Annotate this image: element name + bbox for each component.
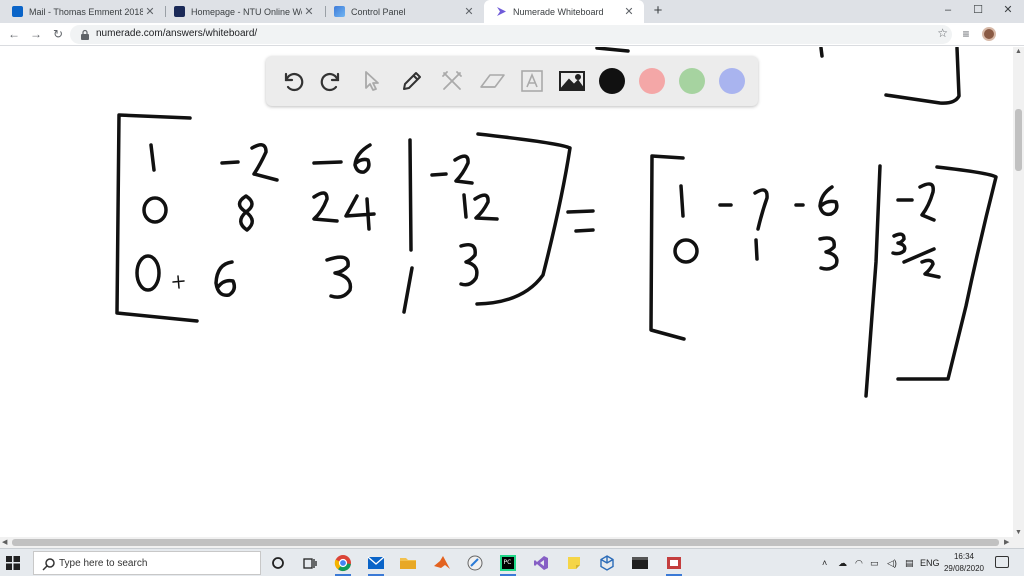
network-icon[interactable]: ▤ [905, 554, 914, 572]
right-matrix [649, 154, 998, 398]
reload-icon[interactable]: ↻ [50, 26, 66, 42]
back-icon[interactable]: ← [6, 26, 22, 42]
tab-title: Mail - Thomas Emment 2018 (N… [29, 6, 143, 17]
taskbar-search[interactable]: Type here to search [33, 551, 261, 575]
clock-time: 16:34 [953, 552, 975, 561]
lock-icon [81, 29, 89, 40]
file-explorer-icon[interactable] [398, 553, 418, 573]
visio-icon[interactable] [664, 553, 684, 576]
whiteboard-app-icon[interactable] [465, 553, 485, 573]
augment-line [402, 138, 414, 314]
tab-title: Control Panel [351, 6, 406, 17]
left-bracket [115, 113, 199, 323]
whiteboard-canvas[interactable] [0, 47, 1013, 537]
address-bar[interactable]: numerade.com/answers/whiteboard/ ☆ [70, 25, 952, 44]
mail-icon[interactable] [366, 553, 386, 576]
volume-icon[interactable]: ◁) [887, 554, 897, 572]
task-view-icon[interactable] [300, 553, 320, 573]
left-matrix [115, 113, 572, 323]
horizontal-scrollbar[interactable]: ◀ ▶ [0, 537, 1024, 548]
eraser-icon[interactable] [476, 65, 508, 97]
tab-homepage[interactable]: Homepage - NTU Online Worksp… ✕ [162, 0, 324, 23]
close-icon[interactable]: ✕ [622, 5, 636, 18]
clock[interactable]: 16:34 29/08/2020 [942, 551, 986, 575]
taskbar: Type here to search PC ˄ ☁ ◠ ▭ ◁) ▤ ENG … [0, 548, 1024, 576]
scrollbar-thumb[interactable] [1015, 109, 1022, 171]
sticky-notes-icon[interactable] [564, 553, 584, 573]
visual-studio-icon[interactable] [531, 553, 551, 573]
select-icon[interactable] [356, 65, 388, 97]
augment-line [864, 164, 882, 398]
row-1 [149, 143, 474, 185]
tab-numerade-whiteboard[interactable]: Numerade Whiteboard ✕ [484, 0, 644, 23]
close-window-button[interactable]: ✕ [992, 0, 1024, 23]
color-swatch-black[interactable] [599, 68, 625, 94]
close-icon[interactable]: ✕ [462, 5, 476, 18]
forward-icon[interactable]: → [28, 26, 44, 42]
tab-mail[interactable]: Mail - Thomas Emment 2018 (N… ✕ [0, 0, 165, 23]
minimize-button[interactable]: – [932, 0, 964, 23]
pycharm-icon[interactable]: PC [498, 553, 518, 576]
left-bracket [649, 154, 686, 341]
bookmark-star-icon[interactable]: ☆ [937, 26, 948, 40]
wifi-icon[interactable]: ◠ [855, 554, 863, 572]
url-text: numerade.com/answers/whiteboard/ [96, 28, 258, 39]
3d-viewer-icon[interactable] [597, 553, 617, 573]
show-hidden-icons-icon[interactable]: ˄ [822, 554, 827, 572]
scroll-up-icon[interactable]: ▲ [1013, 48, 1024, 55]
handwriting-layer [115, 47, 998, 398]
reading-list-icon[interactable]: ≡ [958, 26, 974, 42]
color-swatch-green[interactable] [679, 68, 705, 94]
undo-icon[interactable] [276, 65, 308, 97]
row-3 [135, 242, 479, 299]
notifications-icon[interactable] [995, 556, 1009, 568]
image-icon[interactable] [556, 65, 588, 97]
new-tab-button[interactable]: + [650, 3, 666, 19]
text-icon[interactable] [516, 65, 548, 97]
row-2 [673, 232, 941, 279]
windows-start-icon[interactable] [6, 556, 20, 570]
clock-date: 29/08/2020 [943, 564, 985, 573]
row-1 [679, 182, 936, 231]
vertical-scrollbar[interactable]: ▲ ▼ [1013, 47, 1024, 537]
svg-text:PC: PC [504, 559, 512, 566]
cortana-icon[interactable] [268, 553, 288, 573]
color-swatch-blue[interactable] [719, 68, 745, 94]
terminal-icon[interactable] [630, 553, 650, 573]
onedrive-icon[interactable]: ☁ [838, 554, 847, 572]
tab-strip: Mail - Thomas Emment 2018 (N… ✕ Homepage… [0, 0, 1024, 23]
search-placeholder: Type here to search [59, 558, 148, 569]
equals-sign [566, 209, 595, 233]
tools-icon[interactable] [436, 65, 468, 97]
scroll-left-icon[interactable]: ◀ [2, 537, 7, 548]
profile-avatar[interactable] [982, 27, 996, 41]
scrollbar-thumb[interactable] [12, 539, 999, 546]
numerade-icon [496, 6, 507, 17]
control-panel-icon [334, 6, 345, 17]
tab-control-panel[interactable]: Control Panel ✕ [322, 0, 484, 23]
close-icon[interactable]: ✕ [302, 5, 316, 18]
drawing-toolbar [266, 56, 758, 106]
battery-icon[interactable]: ▭ [870, 554, 879, 572]
browser-toolbar: ← → ↻ numerade.com/answers/whiteboard/ ☆… [0, 23, 1024, 46]
matlab-icon[interactable] [432, 553, 452, 573]
scroll-right-icon[interactable]: ▶ [1004, 537, 1009, 548]
close-icon[interactable]: ✕ [143, 5, 157, 18]
pen-icon[interactable] [396, 65, 428, 97]
tab-title: Homepage - NTU Online Worksp… [191, 6, 302, 17]
row-2 [142, 191, 499, 232]
ntu-icon [174, 6, 185, 17]
search-icon [42, 558, 55, 571]
color-swatch-red[interactable] [639, 68, 665, 94]
chrome-icon[interactable] [333, 553, 353, 576]
scroll-down-icon[interactable]: ▼ [1013, 529, 1024, 536]
outlook-icon [12, 6, 23, 17]
redo-icon[interactable] [316, 65, 348, 97]
tab-title: Numerade Whiteboard [513, 6, 604, 17]
language-indicator[interactable]: ENG [920, 554, 940, 572]
maximize-button[interactable]: ☐ [962, 0, 994, 23]
